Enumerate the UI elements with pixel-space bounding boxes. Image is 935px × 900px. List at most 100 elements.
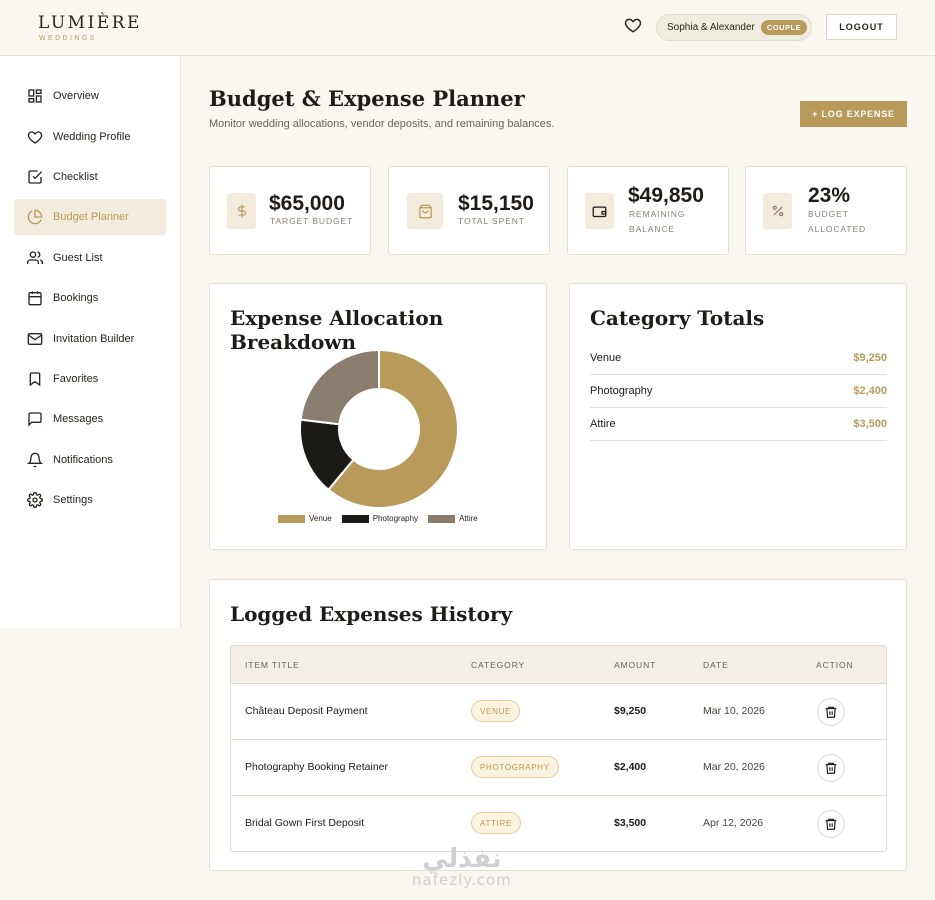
- favorites-heart-button[interactable]: [624, 16, 644, 36]
- donut-slice-attire: [299, 348, 380, 426]
- sidebar-item-bookings[interactable]: Bookings: [14, 280, 166, 316]
- category-amount: $9,250: [853, 352, 887, 364]
- column-header-amount: AMOUNT: [614, 660, 657, 670]
- sidebar-item-overview[interactable]: Overview: [14, 78, 166, 114]
- gear-icon: [26, 491, 44, 509]
- legend-swatch: [428, 514, 456, 523]
- stat-label: ALLOCATED: [808, 224, 867, 234]
- sidebar-item-label: Budget Planner: [53, 211, 129, 223]
- delete-expense-button[interactable]: [817, 810, 845, 838]
- expense-title: Photography Booking Retainer: [245, 761, 389, 773]
- expenses-history-title: Logged Expenses History: [230, 602, 513, 626]
- bell-icon: [26, 451, 44, 469]
- sidebar-item-label: Invitation Builder: [53, 333, 135, 345]
- legend-swatch: [341, 514, 369, 523]
- sidebar-item-label: Guest List: [53, 252, 103, 264]
- logo-tagline: WEDDINGS: [39, 35, 97, 42]
- stat-value: $15,150: [458, 192, 534, 215]
- legend-item: Venue: [278, 514, 332, 523]
- category-row: Photography $2,400: [590, 375, 887, 408]
- top-bar: LUMIÈRE WEDDINGS Sophia & Alexander COUP…: [0, 0, 935, 56]
- stat-card-remaining-balance: $49,850 REMAINING BALANCE: [567, 166, 729, 255]
- category-row: Venue $9,250: [590, 342, 887, 375]
- column-header-action: ACTION: [816, 660, 854, 670]
- mail-icon: [26, 330, 44, 348]
- category-badge: VENUE: [471, 700, 521, 722]
- stat-label: BALANCE: [629, 224, 675, 234]
- sidebar-item-settings[interactable]: Settings: [14, 482, 166, 518]
- legend-item: Attire: [428, 514, 478, 523]
- trash-icon: [825, 762, 837, 774]
- heart-icon: [26, 128, 44, 146]
- sidebar-item-label: Messages: [53, 413, 104, 425]
- sidebar-item-label: Overview: [53, 90, 99, 102]
- legend-swatch: [278, 514, 305, 523]
- delete-expense-button[interactable]: [817, 698, 845, 726]
- sidebar-item-invitation-builder[interactable]: Invitation Builder: [14, 321, 166, 357]
- expense-title: Château Deposit Payment: [245, 705, 368, 717]
- stat-card-target-budget: $65,000 TARGET BUDGET: [209, 166, 371, 255]
- sidebar-item-label: Favorites: [53, 373, 99, 385]
- delete-expense-button[interactable]: [817, 754, 845, 782]
- sidebar-item-favorites[interactable]: Favorites: [14, 361, 166, 397]
- table-header: ITEM TITLE CATEGORY AMOUNT DATE ACTION: [231, 646, 886, 684]
- watermark-latin: nafezly.com: [412, 871, 512, 889]
- expense-date: Mar 20, 2026: [703, 761, 765, 773]
- table-row: Château Deposit Payment VENUE $9,250 Mar…: [231, 684, 886, 740]
- wallet-icon: [585, 193, 614, 229]
- legend-label: Photography: [372, 514, 419, 523]
- legend-label: Attire: [459, 514, 478, 523]
- column-header-category: CATEGORY: [471, 660, 526, 670]
- chart-legend: Venue Photography Attire: [278, 514, 488, 523]
- stat-label: BUDGET: [808, 209, 849, 219]
- pie-chart-icon: [26, 208, 44, 226]
- column-header-date: DATE: [703, 660, 729, 670]
- stat-label: TOTAL SPENT: [458, 216, 525, 226]
- sidebar-item-label: Bookings: [53, 292, 99, 304]
- message-icon: [26, 410, 44, 428]
- page-title: Budget & Expense Planner: [209, 86, 525, 111]
- user-profile-pill[interactable]: Sophia & Alexander COUPLE: [656, 14, 812, 41]
- sidebar-item-wedding-profile[interactable]: Wedding Profile: [14, 119, 166, 155]
- log-expense-button[interactable]: + LOG EXPENSE: [800, 101, 907, 127]
- category-amount: $2,400: [853, 385, 887, 397]
- dollar-icon: [227, 193, 256, 229]
- sidebar-item-guest-list[interactable]: Guest List: [14, 240, 166, 276]
- bookmark-icon: [26, 370, 44, 388]
- allocation-panel: Expense Allocation Breakdown Venue Photo…: [209, 283, 547, 550]
- category-badge: ATTIRE: [471, 812, 522, 834]
- sidebar-item-budget-planner[interactable]: Budget Planner: [14, 199, 166, 235]
- heart-icon: [624, 18, 642, 33]
- category-name: Photography: [590, 385, 653, 397]
- percent-icon: [763, 193, 792, 229]
- sidebar-item-label: Notifications: [53, 454, 113, 466]
- category-totals-panel: Category Totals Venue $9,250 Photography…: [569, 283, 907, 550]
- checkbox-icon: [26, 168, 44, 186]
- logout-button[interactable]: LOGOUT: [826, 14, 897, 40]
- stat-value: $49,850: [628, 184, 704, 207]
- shopping-bag-icon: [407, 193, 443, 229]
- donut-chart: [299, 348, 459, 509]
- stat-label: TARGET BUDGET: [270, 216, 354, 226]
- stat-card-total-spent: $15,150 TOTAL SPENT: [388, 166, 550, 255]
- expense-title: Bridal Gown First Deposit: [245, 817, 365, 829]
- stat-value: $65,000: [269, 192, 345, 215]
- stat-card-budget-allocated: 23% BUDGET ALLOCATED: [745, 166, 907, 255]
- logo[interactable]: LUMIÈRE WEDDINGS: [38, 13, 142, 42]
- sidebar-item-messages[interactable]: Messages: [14, 401, 166, 437]
- users-icon: [26, 249, 44, 267]
- trash-icon: [825, 818, 837, 830]
- category-totals-title: Category Totals: [590, 306, 765, 330]
- calendar-icon: [26, 289, 44, 307]
- sidebar-item-label: Checklist: [53, 171, 98, 183]
- watermark: نفذلي nafezly.com: [412, 845, 512, 889]
- expense-amount: $9,250: [614, 705, 647, 717]
- sidebar-item-notifications[interactable]: Notifications: [14, 442, 166, 478]
- table-row: Photography Booking Retainer PHOTOGRAPHY…: [231, 740, 886, 796]
- grid-icon: [26, 87, 44, 105]
- sidebar-item-label: Wedding Profile: [53, 131, 131, 143]
- role-badge: COUPLE: [760, 20, 808, 35]
- legend-item: Photography: [341, 514, 419, 523]
- expense-date: Mar 10, 2026: [703, 705, 765, 717]
- sidebar-item-checklist[interactable]: Checklist: [14, 159, 166, 195]
